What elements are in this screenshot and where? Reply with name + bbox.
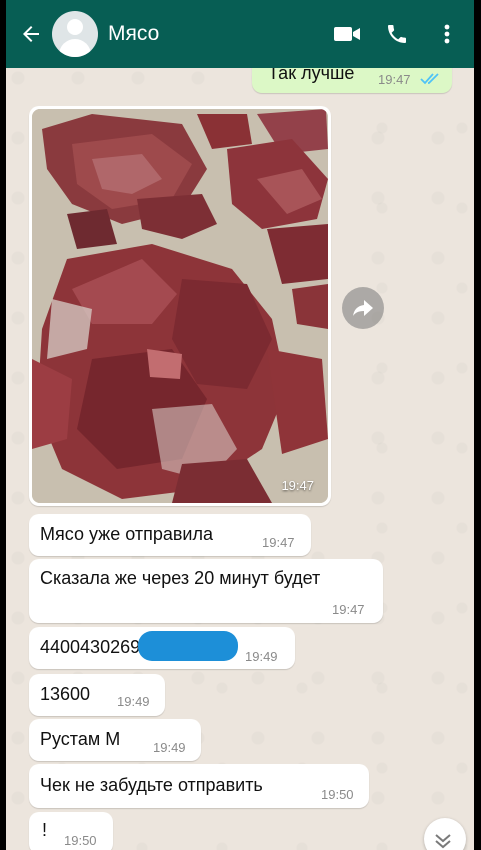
- double-check-read-icon: [420, 73, 439, 85]
- message-time: 19:47: [378, 72, 411, 87]
- contact-name[interactable]: Мясо: [108, 22, 324, 46]
- forward-icon: [353, 300, 373, 316]
- message-bubble-incoming[interactable]: Чек не забудьте отправить 19:50: [29, 764, 369, 808]
- phone-icon: [388, 25, 406, 43]
- more-vert-icon: [444, 24, 450, 44]
- meat-photo[interactable]: 19:47: [32, 109, 328, 503]
- more-options-button[interactable]: [424, 11, 470, 57]
- chat-screen: Мясо Так лучше 19:47 19:47 Мясо уже отпр…: [6, 0, 474, 850]
- message-bubble-photo[interactable]: 19:47: [29, 106, 331, 506]
- message-time: 19:49: [153, 740, 186, 755]
- avatar[interactable]: [52, 11, 98, 57]
- message-time: 19:47: [281, 478, 314, 493]
- meat-photo-image: [32, 109, 328, 503]
- video-call-icon: [334, 27, 360, 41]
- forward-button[interactable]: [342, 287, 384, 329]
- message-bubble-incoming[interactable]: 13600 19:49: [29, 674, 165, 716]
- video-call-button[interactable]: [324, 11, 370, 57]
- message-time: 19:50: [321, 787, 354, 802]
- message-text: Чек не забудьте отправить: [40, 775, 263, 795]
- message-text: Сказала же через 20 минут будет: [40, 568, 321, 588]
- chat-header: Мясо: [6, 0, 474, 68]
- message-bubble-incoming[interactable]: Рустам М 19:49: [29, 719, 201, 761]
- message-time: 19:49: [245, 649, 278, 664]
- message-time: 19:50: [64, 833, 97, 848]
- message-text: 4400430269: [40, 637, 141, 657]
- redaction-mark: [138, 631, 238, 661]
- back-button[interactable]: [14, 17, 48, 51]
- message-text: Мясо уже отправила: [40, 524, 213, 544]
- message-time: 19:47: [262, 535, 295, 550]
- message-bubble-incoming[interactable]: Сказала же через 20 минут будет 19:47: [29, 559, 383, 623]
- message-text: Рустам М: [40, 729, 121, 749]
- message-text: 13600: [40, 684, 91, 704]
- message-time: 19:47: [332, 602, 365, 617]
- message-bubble-incoming[interactable]: Мясо уже отправила 19:47: [29, 514, 311, 556]
- message-bubble-incoming[interactable]: ! 19:50: [29, 812, 113, 850]
- double-chevron-down-icon: [435, 834, 451, 849]
- arrow-left-icon: [23, 26, 39, 42]
- message-time: 19:49: [117, 694, 150, 709]
- voice-call-button[interactable]: [374, 11, 420, 57]
- message-text: !: [42, 820, 48, 840]
